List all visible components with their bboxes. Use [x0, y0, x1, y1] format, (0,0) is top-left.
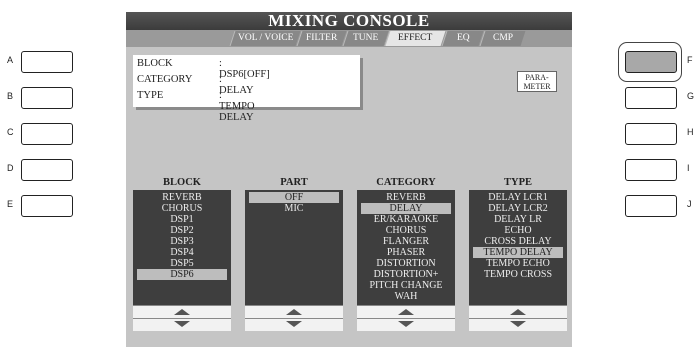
button-h-letter: H: [687, 127, 694, 137]
parameter-button-line1: PARA-: [525, 73, 549, 82]
button-a[interactable]: [21, 51, 73, 73]
tab-tune[interactable]: TUNE: [342, 31, 389, 46]
category-item-reverb[interactable]: REVERB: [361, 192, 451, 203]
type-item-delay-lcr1[interactable]: DELAY LCR1: [473, 192, 563, 203]
button-g-letter: G: [687, 91, 695, 101]
tab-label: EQ: [456, 33, 470, 43]
type-value: : TEMPO DELAY: [219, 90, 255, 123]
button-f-letter: F: [687, 55, 693, 65]
button-b-letter: B: [7, 91, 14, 101]
tab-row: VOL / VOICE FILTER TUNE EFFECT EQ CMP: [126, 30, 572, 47]
tab-label: TUNE: [353, 33, 379, 43]
block-scroll-down[interactable]: [133, 318, 231, 331]
part-list: OFF MIC: [245, 190, 343, 331]
tab-label: CMP: [492, 33, 514, 43]
block-list: REVERB CHORUS DSP1 DSP2 DSP3 DSP4 DSP5 D…: [133, 190, 231, 331]
type-column-title: TYPE: [503, 177, 532, 188]
button-d[interactable]: [21, 159, 73, 181]
parameter-button[interactable]: PARA- METER: [517, 71, 557, 92]
category-item-flanger[interactable]: FLANGER: [361, 236, 451, 247]
tab-eq[interactable]: EQ: [441, 31, 484, 46]
button-i-letter: I: [687, 163, 690, 173]
info-row-type: TYPE : TEMPO DELAY: [137, 90, 255, 123]
up-arrow-icon: [286, 309, 302, 315]
button-d-letter: D: [7, 163, 14, 173]
parameter-button-line2: METER: [523, 82, 551, 91]
part-item-mic[interactable]: MIC: [249, 203, 339, 214]
up-arrow-icon: [398, 309, 414, 315]
title-bar: MIXING CONSOLE: [126, 12, 572, 30]
button-c-letter: C: [7, 127, 14, 137]
type-scroll-down[interactable]: [469, 318, 567, 331]
effect-info-box: BLOCK : DSP6[OFF] CATEGORY : DELAY TYPE …: [133, 55, 360, 123]
type-item-tempo-delay[interactable]: TEMPO DELAY: [473, 247, 563, 258]
block-item-dsp6[interactable]: DSP6: [137, 269, 227, 280]
tab-label: VOL / VOICE: [237, 33, 294, 43]
block-scroll-up[interactable]: [133, 305, 231, 318]
category-item-chorus[interactable]: CHORUS: [361, 225, 451, 236]
category-item-wah[interactable]: WAH: [361, 291, 451, 302]
screen-title: MIXING CONSOLE: [268, 12, 430, 30]
type-item-cross-delay[interactable]: CROSS DELAY: [473, 236, 563, 247]
down-arrow-icon: [398, 321, 414, 327]
part-scroll-down[interactable]: [245, 318, 343, 331]
type-item-echo[interactable]: ECHO: [473, 225, 563, 236]
down-arrow-icon: [174, 321, 190, 327]
category-list: REVERB DELAY ER/KARAOKE CHORUS FLANGER P…: [357, 190, 455, 331]
info-row-category: CATEGORY : DELAY: [137, 74, 254, 96]
button-b[interactable]: [21, 87, 73, 109]
down-arrow-icon: [510, 321, 526, 327]
down-arrow-icon: [286, 321, 302, 327]
category-label: CATEGORY: [137, 74, 193, 85]
part-item-off[interactable]: OFF: [249, 192, 339, 203]
button-e[interactable]: [21, 195, 73, 217]
block-item-dsp5[interactable]: DSP5: [137, 258, 227, 269]
tab-effect[interactable]: EFFECT: [384, 31, 446, 46]
tab-label: FILTER: [306, 33, 338, 43]
block-item-dsp3[interactable]: DSP3: [137, 236, 227, 247]
button-c[interactable]: [21, 123, 73, 145]
type-item-delay-lcr2[interactable]: DELAY LCR2: [473, 203, 563, 214]
button-j[interactable]: [625, 195, 677, 217]
type-list: DELAY LCR1 DELAY LCR2 DELAY LR ECHO CROS…: [469, 190, 567, 331]
part-column-title: PART: [280, 177, 308, 188]
tab-cmp[interactable]: CMP: [479, 31, 526, 46]
block-item-dsp1[interactable]: DSP1: [137, 214, 227, 225]
block-item-dsp2[interactable]: DSP2: [137, 225, 227, 236]
block-label: BLOCK: [137, 58, 173, 69]
block-item-reverb[interactable]: REVERB: [137, 192, 227, 203]
up-arrow-icon: [174, 309, 190, 315]
type-scroll-up[interactable]: [469, 305, 567, 318]
category-item-pitch-change[interactable]: PITCH CHANGE: [361, 280, 451, 291]
category-item-delay[interactable]: DELAY: [361, 203, 451, 214]
up-arrow-icon: [510, 309, 526, 315]
block-column-title: BLOCK: [163, 177, 201, 188]
type-item-delay-lr[interactable]: DELAY LR: [473, 214, 563, 225]
lcd-screen: MIXING CONSOLE VOL / VOICE FILTER TUNE E…: [126, 12, 572, 347]
block-item-chorus[interactable]: CHORUS: [137, 203, 227, 214]
category-item-distortion-plus[interactable]: DISTORTION+: [361, 269, 451, 280]
block-item-dsp4[interactable]: DSP4: [137, 247, 227, 258]
button-i[interactable]: [625, 159, 677, 181]
button-h[interactable]: [625, 123, 677, 145]
category-item-er-karaoke[interactable]: ER/KARAOKE: [361, 214, 451, 225]
category-scroll-down[interactable]: [357, 318, 455, 331]
category-scroll-up[interactable]: [357, 305, 455, 318]
category-column-title: CATEGORY: [376, 177, 436, 188]
type-label: TYPE: [137, 90, 164, 101]
button-g[interactable]: [625, 87, 677, 109]
type-item-tempo-echo[interactable]: TEMPO ECHO: [473, 258, 563, 269]
button-a-letter: A: [7, 55, 14, 65]
type-item-tempo-cross[interactable]: TEMPO CROSS: [473, 269, 563, 280]
button-j-letter: J: [687, 199, 692, 209]
info-row-block: BLOCK : DSP6[OFF]: [137, 58, 270, 80]
category-item-phaser[interactable]: PHASER: [361, 247, 451, 258]
button-f[interactable]: [625, 51, 677, 73]
button-e-letter: E: [7, 199, 14, 209]
tab-filter[interactable]: FILTER: [296, 31, 347, 46]
category-item-distortion[interactable]: DISTORTION: [361, 258, 451, 269]
part-scroll-up[interactable]: [245, 305, 343, 318]
tab-vol-voice[interactable]: VOL / VOICE: [229, 31, 301, 46]
tab-label: EFFECT: [398, 33, 433, 43]
